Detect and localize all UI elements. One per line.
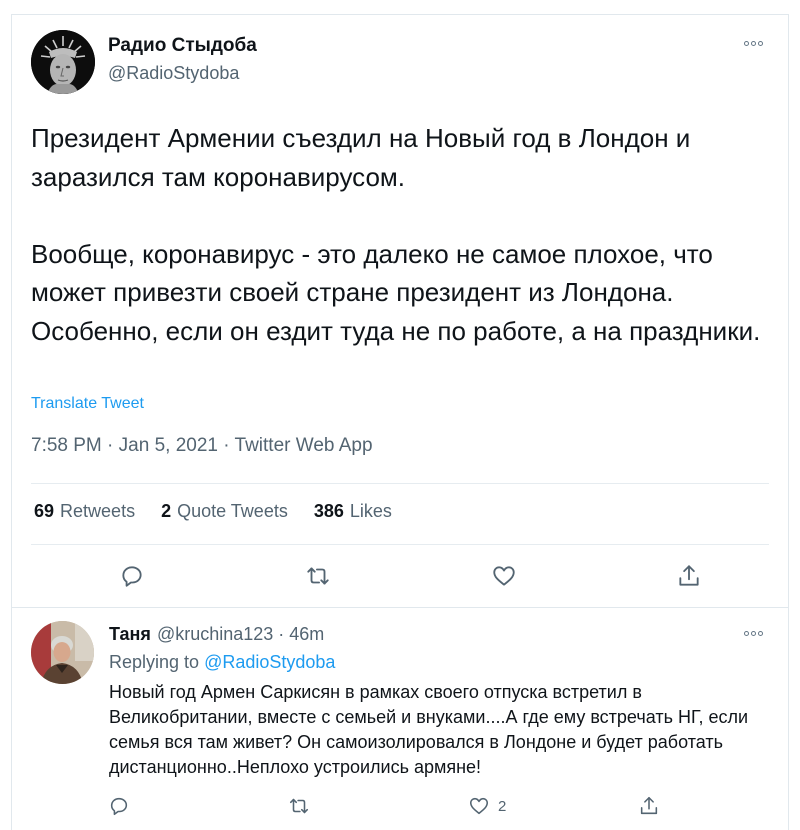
retweet-button[interactable] xyxy=(288,791,310,821)
retweets-stat[interactable]: 69 Retweets xyxy=(34,501,135,522)
tweet-paragraph: Вообще, коронавирус - это далеко не само… xyxy=(31,238,761,346)
reply-handle[interactable]: @kruchina123 xyxy=(157,624,273,645)
like-button[interactable] xyxy=(487,559,521,593)
share-icon xyxy=(640,796,658,815)
tweet-paragraph: Президент Армении съездил на Новый год в… xyxy=(31,123,691,192)
reply-button[interactable] xyxy=(115,559,149,593)
like-icon xyxy=(493,566,515,586)
tweet-actions xyxy=(12,559,788,593)
more-icon[interactable] xyxy=(744,631,766,639)
reply-button[interactable] xyxy=(108,791,130,821)
reply-text: Новый год Армен Саркисян в рамках своего… xyxy=(109,682,749,777)
retweet-icon xyxy=(289,798,309,814)
tweet-time[interactable]: 7:58 PM xyxy=(31,435,102,457)
divider xyxy=(31,483,769,484)
reply-display-name[interactable]: Таня xyxy=(109,624,151,645)
translate-tweet-link[interactable]: Translate Tweet xyxy=(31,395,144,413)
retweet-button[interactable] xyxy=(301,559,335,593)
replying-to: Replying to @RadioStydoba xyxy=(109,652,335,673)
reply-header: Таня @kruchina123 46m xyxy=(109,624,324,645)
replying-to-handle[interactable]: @RadioStydoba xyxy=(204,652,335,672)
share-button[interactable] xyxy=(638,791,660,821)
likes-stat[interactable]: 386 Likes xyxy=(314,501,392,522)
likes-count: 386 xyxy=(313,501,344,521)
quotes-label: Quote Tweets xyxy=(177,501,288,521)
reply-actions: 2 xyxy=(12,791,788,821)
like-button[interactable]: 2 xyxy=(468,791,506,821)
avatar[interactable] xyxy=(31,30,95,94)
tweet-date[interactable]: Jan 5, 2021 xyxy=(102,435,218,457)
display-name[interactable]: Радио Стыдоба xyxy=(108,35,257,57)
user-handle[interactable]: @RadioStydoba xyxy=(108,63,239,84)
likes-label: Likes xyxy=(349,501,392,521)
main-tweet: Радио Стыдоба @RadioStydoba Президент Ар… xyxy=(12,15,788,607)
avatar[interactable] xyxy=(31,621,94,684)
reply-icon xyxy=(110,797,128,816)
tweet-thread: Радио Стыдоба @RadioStydoba Президент Ар… xyxy=(11,14,789,830)
retweets-label: Retweets xyxy=(60,501,136,521)
quote-tweets-stat[interactable]: 2 Quote Tweets xyxy=(161,501,288,522)
retweets-count: 69 xyxy=(34,501,55,521)
tweet-metadata: 7:58 PM Jan 5, 2021 Twitter Web App xyxy=(31,435,373,457)
share-button[interactable] xyxy=(672,559,706,593)
like-count: 2 xyxy=(498,797,507,815)
retweet-icon xyxy=(307,567,329,585)
engagement-stats: 69 Retweets 2 Quote Tweets 386 Likes xyxy=(34,501,392,522)
quotes-count: 2 xyxy=(161,501,172,521)
reply-time[interactable]: 46m xyxy=(273,624,324,645)
divider xyxy=(31,544,769,545)
share-icon xyxy=(679,565,699,586)
tweet-text: Президент Армении съездил на Новый год в… xyxy=(31,119,776,350)
tweet-source[interactable]: Twitter Web App xyxy=(218,435,373,457)
replying-prefix: Replying to xyxy=(109,652,200,672)
more-icon[interactable] xyxy=(744,41,766,49)
reply-tweet[interactable]: Таня @kruchina123 46m Replying to @Radio… xyxy=(12,608,788,830)
reply-icon xyxy=(122,566,142,587)
like-icon xyxy=(469,797,489,815)
